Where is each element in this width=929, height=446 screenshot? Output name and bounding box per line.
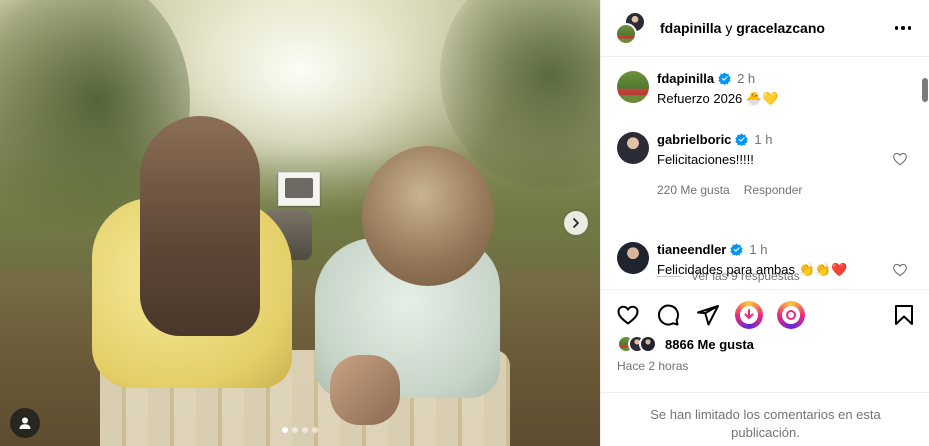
post-authors: fdapinilla y gracelazcano — [660, 20, 825, 36]
comment-time[interactable]: 1 h — [754, 132, 772, 147]
post-header: fdapinilla y gracelazcano — [601, 0, 929, 57]
heart-icon — [617, 305, 639, 325]
comment-like-icon[interactable] — [892, 151, 908, 167]
verified-badge-icon — [718, 72, 731, 85]
collab-avatars[interactable] — [615, 11, 649, 45]
avatar[interactable] — [617, 132, 649, 164]
share-button[interactable] — [695, 302, 721, 328]
post-timestamp[interactable]: Hace 2 horas — [617, 359, 688, 373]
carousel-dot — [302, 427, 308, 433]
scrollbar-thumb[interactable] — [922, 78, 928, 102]
caption: fdapinilla 2 h Refuerzo 2026 🐣💛 — [617, 71, 778, 107]
carousel-indicator — [282, 427, 318, 433]
bookmark-icon — [895, 305, 913, 325]
user-tag-icon — [19, 417, 31, 429]
avatar[interactable] — [617, 242, 649, 274]
photo-person-right-hair — [362, 146, 494, 286]
photo-polaroid — [278, 172, 320, 206]
post-photo[interactable] — [0, 0, 600, 446]
more-options-button[interactable] — [891, 16, 915, 40]
comment-text: Felicidades para ambas 👏👏❤️ — [657, 262, 848, 277]
user-tags-button[interactable] — [10, 408, 40, 438]
comments-section[interactable]: fdapinilla 2 h Refuerzo 2026 🐣💛 gabrielb… — [601, 58, 929, 290]
photo-person-left-hair — [140, 116, 260, 336]
author-link[interactable]: gracelazcano — [736, 20, 825, 36]
caption-text: Refuerzo 2026 🐣💛 — [657, 91, 779, 106]
chevron-right-icon — [573, 218, 579, 228]
reply-button[interactable]: Responder — [744, 183, 803, 197]
gift-button[interactable] — [735, 301, 763, 329]
more-horizontal-icon — [894, 26, 912, 30]
carousel-dot — [292, 427, 298, 433]
gift-icon — [744, 309, 754, 319]
post-action-bar — [615, 300, 917, 330]
avatar — [615, 23, 637, 45]
verified-badge-icon — [730, 243, 744, 256]
post-side-panel: fdapinilla y gracelazcano fdapinilla 2 h — [600, 0, 929, 446]
comment-icon — [658, 304, 679, 326]
comment-username[interactable]: gabrielboric — [657, 132, 731, 147]
comments-scrollbar[interactable] — [921, 58, 928, 290]
save-button[interactable] — [891, 302, 917, 328]
carousel-next-button[interactable] — [564, 211, 588, 235]
avatar[interactable] — [617, 71, 649, 103]
comment-username[interactable]: tianeendler — [657, 242, 726, 257]
comment-likes-link[interactable]: 220 Me gusta — [657, 183, 730, 197]
author-link[interactable]: fdapinilla — [660, 20, 721, 36]
comment-item: tianeendler 1 h Felicidades para ambas 👏… — [617, 242, 847, 278]
likes-summary: 8866 Me gusta — [617, 335, 754, 353]
comments-limited-notice: Se han limitado los comentarios en esta … — [601, 392, 929, 446]
comment-time[interactable]: 2 h — [737, 71, 755, 86]
comment-item: gabrielboric 1 h Felicitaciones!!!!! 220… — [617, 132, 802, 197]
carousel-dot — [312, 427, 318, 433]
carousel-dot — [282, 427, 288, 433]
verified-badge-icon — [735, 133, 749, 146]
author-joiner: y — [725, 20, 733, 36]
avatar[interactable] — [639, 335, 657, 353]
share-icon — [697, 305, 719, 326]
photo-person-right-arm — [330, 355, 400, 425]
comment-button[interactable] — [655, 302, 681, 328]
remix-button[interactable] — [777, 301, 805, 329]
remix-icon — [786, 310, 796, 320]
comment-like-icon[interactable] — [892, 262, 908, 278]
comment-text: Felicitaciones!!!!! — [657, 152, 754, 167]
comment-time[interactable]: 1 h — [749, 242, 767, 257]
comment-username[interactable]: fdapinilla — [657, 71, 714, 86]
likes-count[interactable]: 8866 Me gusta — [665, 337, 754, 352]
like-button[interactable] — [615, 302, 641, 328]
